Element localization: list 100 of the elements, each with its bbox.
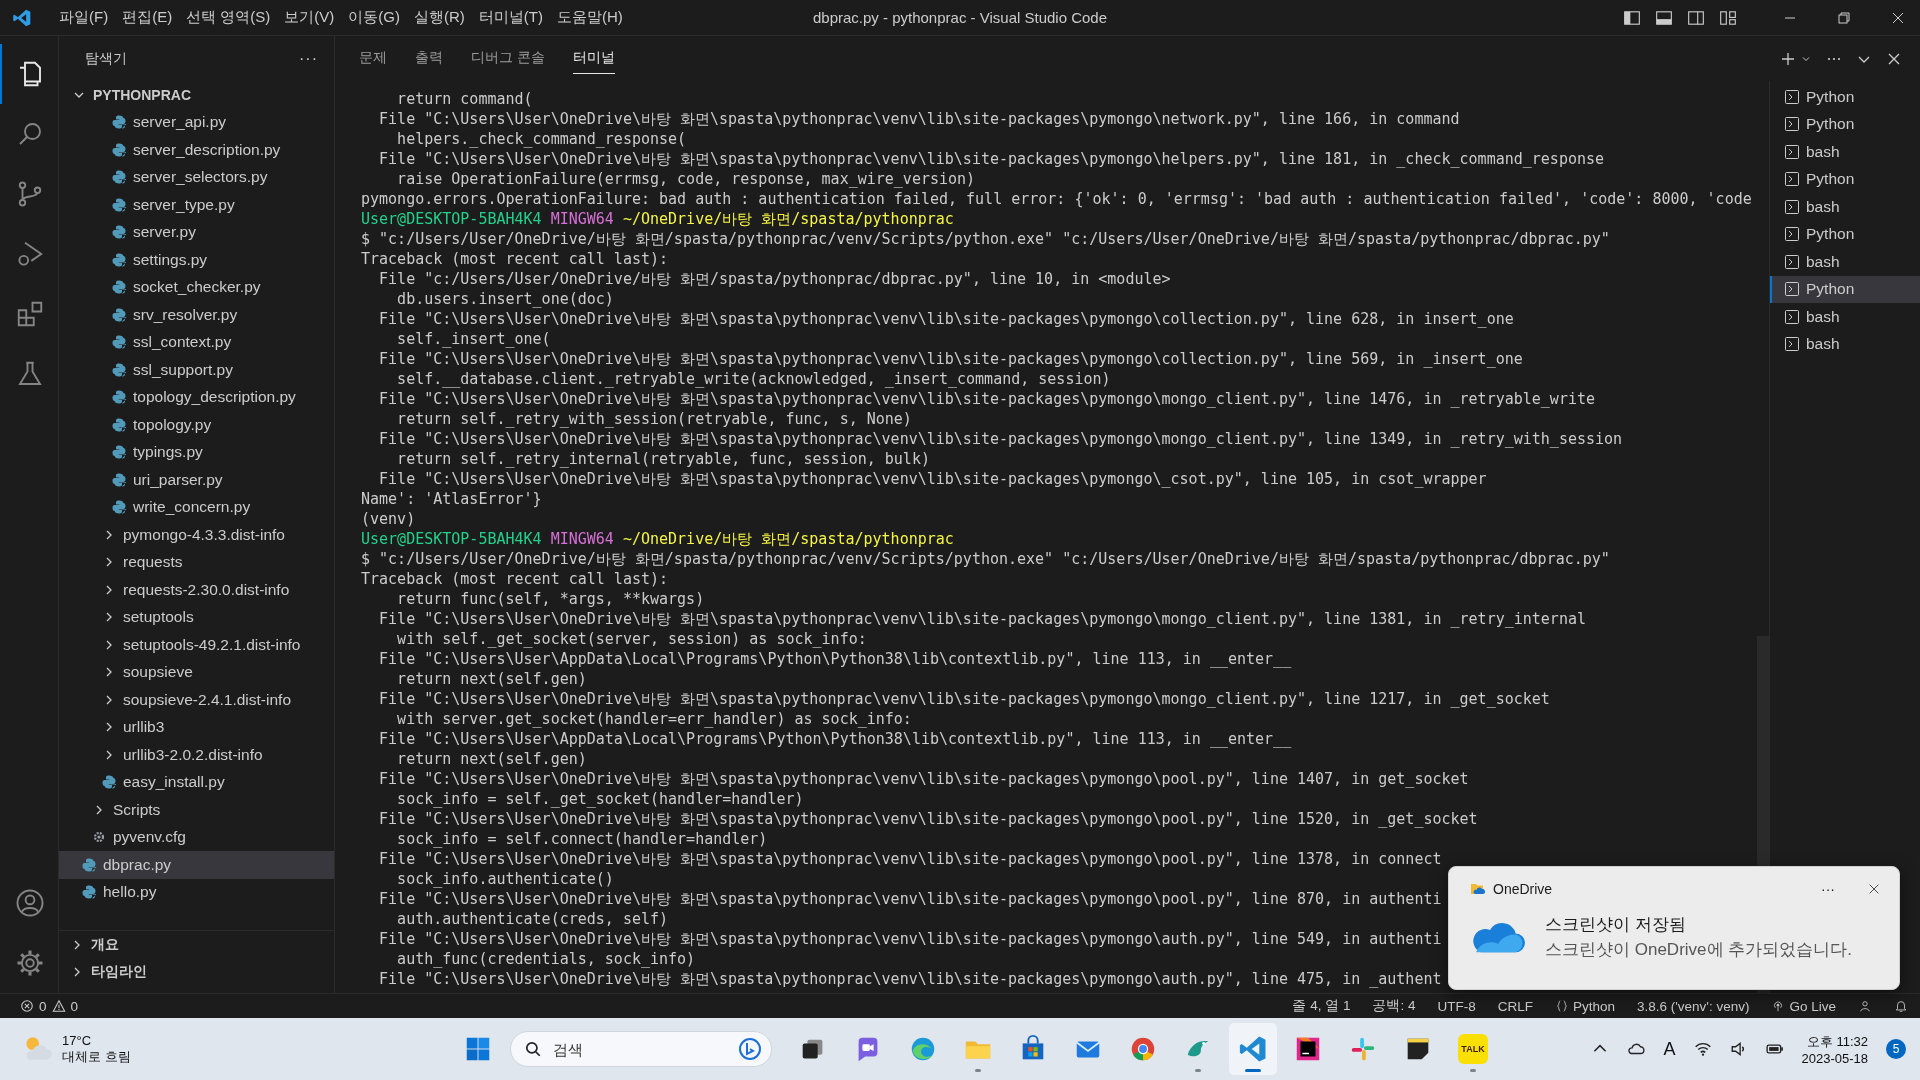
- chat-app-icon[interactable]: TALK: [1458, 1034, 1488, 1064]
- terminal-line: Traceback (most recent call last):: [361, 569, 669, 589]
- layout-icon[interactable]: [1623, 8, 1641, 27]
- braces-icon[interactable]: [1554, 999, 1569, 1013]
- tree-item[interactable]: uri_parser.py: [59, 466, 334, 494]
- terminal-line: helpers._check_command_response(: [396, 129, 687, 149]
- terminal-session[interactable]: bash: [1770, 248, 1920, 276]
- tree-item[interactable]: dbprac.py: [59, 851, 334, 879]
- tree-item[interactable]: ssl_context.py: [59, 328, 334, 356]
- python-icon: [101, 774, 117, 791]
- tree-item[interactable]: setuptools-49.2.1.dist-info: [59, 631, 334, 659]
- taskbar-search-field[interactable]: 검색: [510, 1031, 772, 1067]
- warning-count[interactable]: 0: [70, 998, 79, 1014]
- tree-item[interactable]: PYTHONPRAC: [59, 81, 334, 109]
- status-item[interactable]: 줄 4, 열 1: [1292, 997, 1351, 1015]
- terminal-session[interactable]: Python: [1770, 83, 1920, 111]
- menu-item[interactable]: 실행(R): [407, 8, 472, 27]
- tree-item[interactable]: server_selectors.py: [59, 163, 334, 191]
- python-icon: [111, 306, 127, 323]
- tree-item[interactable]: urllib3: [59, 713, 334, 741]
- tree-item[interactable]: pymongo-4.3.3.dist-info: [59, 521, 334, 549]
- menu-item[interactable]: 보기(V): [277, 8, 342, 27]
- terminal-session[interactable]: bash: [1770, 138, 1920, 166]
- terminal-session[interactable]: bash: [1770, 303, 1920, 331]
- status-item[interactable]: 공백: 4: [1372, 997, 1416, 1015]
- layout-icon[interactable]: [1655, 8, 1673, 27]
- clock-time[interactable]: 오후 11:32: [1806, 1032, 1868, 1051]
- panel-tab[interactable]: 터미널: [572, 43, 615, 74]
- tree-item[interactable]: easy_install.py: [59, 768, 334, 796]
- tree-item[interactable]: server.py: [59, 218, 334, 246]
- tree-item[interactable]: requests: [59, 548, 334, 576]
- tree-item[interactable]: pyvenv.cfg: [59, 823, 334, 851]
- status-item[interactable]: UTF-8: [1437, 998, 1476, 1014]
- tree-item[interactable]: ssl_support.py: [59, 356, 334, 384]
- terminal-session[interactable]: bash: [1770, 330, 1920, 358]
- restore-icon[interactable]: [1836, 9, 1852, 26]
- error-count[interactable]: 0: [39, 998, 47, 1014]
- tree-item[interactable]: urllib3-2.0.2.dist-info: [59, 741, 334, 769]
- terminal-session[interactable]: Python: [1770, 220, 1920, 248]
- menu-item[interactable]: 이동(G): [341, 8, 407, 27]
- tree-item[interactable]: Scripts: [59, 796, 334, 824]
- menu-item[interactable]: 도움말(H): [550, 8, 630, 27]
- terminal-line: Traceback (most recent call last):: [361, 249, 669, 269]
- terminal-line: self._insert_one(: [396, 329, 551, 349]
- panel-tab[interactable]: 문제: [359, 43, 387, 74]
- settings-icon[interactable]: [15, 948, 45, 978]
- tree-item[interactable]: server_api.py: [59, 108, 334, 136]
- tree-item[interactable]: setuptools: [59, 603, 334, 631]
- terminal-session[interactable]: Python: [1770, 275, 1920, 303]
- tree-item[interactable]: hello.py: [59, 878, 334, 906]
- status-item[interactable]: CRLF: [1497, 998, 1533, 1014]
- tree-item[interactable]: typings.py: [59, 438, 334, 466]
- more-actions[interactable]: ···: [299, 49, 318, 68]
- terminal-session[interactable]: Python: [1770, 165, 1920, 193]
- tree-item[interactable]: soupsieve: [59, 658, 334, 686]
- panel-tab[interactable]: 출력: [415, 43, 443, 74]
- tree-item[interactable]: write_concern.py: [59, 493, 334, 521]
- terminal-line: File "C:\Users\User\OneDrive\바탕 화면\spasta\pythonprac\venv\lib\site-packages\pymongo\collection.py", line 628, in insert_one: [378, 309, 1514, 329]
- tree-item[interactable]: soupsieve-2.4.1.dist-info: [59, 686, 334, 714]
- tree-item[interactable]: topology_description.py: [59, 383, 334, 411]
- tree-item[interactable]: server_type.py: [59, 191, 334, 219]
- wifi-icon[interactable]: [1693, 1040, 1712, 1058]
- run-debug-icon[interactable]: [15, 239, 45, 269]
- error-icon[interactable]: [20, 999, 34, 1013]
- menu-item[interactable]: 파일(F): [52, 8, 116, 27]
- account-icon[interactable]: [15, 888, 45, 918]
- notification-badge[interactable]: 5: [1886, 1039, 1906, 1059]
- language-mode[interactable]: Python: [1572, 998, 1615, 1014]
- tree-item[interactable]: server_description.py: [59, 136, 334, 164]
- tree-item[interactable]: requests-2.30.0.dist-info: [59, 576, 334, 604]
- layout-icon[interactable]: [1719, 8, 1737, 27]
- terminal-session[interactable]: bash: [1770, 193, 1920, 221]
- close-icon[interactable]: [1867, 882, 1881, 896]
- go-live[interactable]: Go Live: [1789, 998, 1836, 1014]
- clock-date[interactable]: 2023-05-18: [1801, 1050, 1868, 1066]
- terminal-session[interactable]: Python: [1770, 110, 1920, 138]
- menu-item[interactable]: 선택 영역(S): [179, 8, 278, 27]
- more-options[interactable]: ···: [1821, 881, 1835, 897]
- panel-tab[interactable]: 디버그 콘솔: [471, 43, 545, 74]
- layout-icon[interactable]: [1687, 8, 1705, 27]
- tree-item[interactable]: socket_checker.py: [59, 273, 334, 301]
- tree-item[interactable]: topology.py: [59, 411, 334, 439]
- tree-item[interactable]: srv_resolver.py: [59, 301, 334, 329]
- section-header[interactable]: 타임라인: [59, 958, 334, 985]
- warning-icon[interactable]: [51, 999, 66, 1013]
- interpreter[interactable]: 3.8.6 ('venv': venv): [1637, 998, 1750, 1014]
- python-icon: [111, 251, 127, 268]
- bell-icon[interactable]: [1894, 999, 1908, 1013]
- menu-item[interactable]: 편집(E): [115, 8, 180, 27]
- notification-toast[interactable]: OneDrive ··· 스크린샷이 저장됨 스크린샷이 OneDrive에 추가되었습니다.: [1448, 866, 1900, 990]
- add-icon[interactable]: [1780, 50, 1796, 67]
- menu-item[interactable]: 터미널(T): [471, 8, 550, 27]
- section-header[interactable]: 개요: [59, 931, 334, 958]
- input-method[interactable]: A: [1663, 1038, 1676, 1060]
- terminal-line: self.__database.client._retryable_write(acknowledged, _insert_command, session): [396, 369, 1111, 389]
- terminal-line: File "C:\Users\User\OneDrive\바탕 화면\spasta\pythonprac\venv\lib\site-packages\pymongo\collection.py", line 569, in _insert_one: [378, 349, 1523, 369]
- vscode-icon[interactable]: [1238, 1034, 1268, 1064]
- tree-item[interactable]: settings.py: [59, 246, 334, 274]
- account-icon[interactable]: [1858, 999, 1872, 1013]
- extensions-icon[interactable]: [15, 299, 45, 329]
